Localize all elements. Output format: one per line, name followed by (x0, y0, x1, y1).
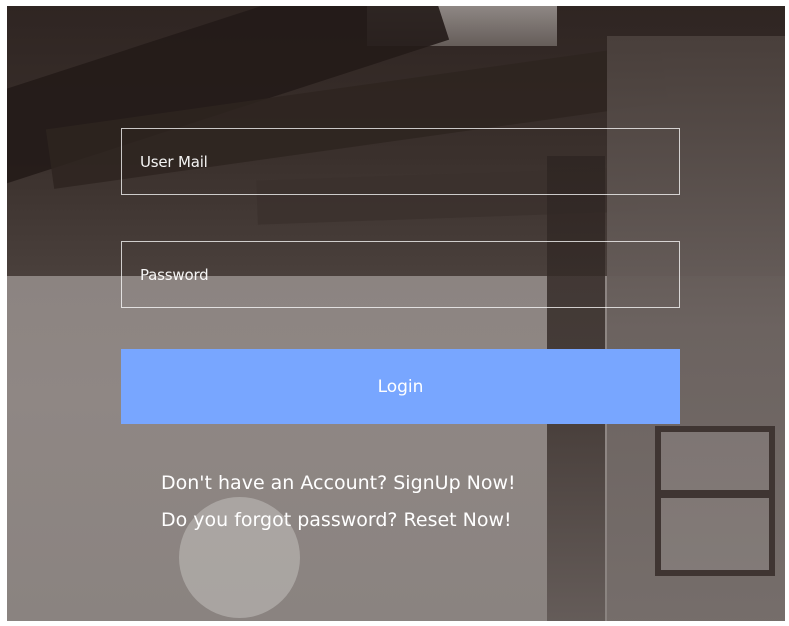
login-button[interactable]: Login (121, 349, 680, 424)
reset-password-link[interactable]: Reset Now! (404, 509, 512, 531)
password-input[interactable] (121, 241, 680, 308)
reset-line: Do you forgot password? Reset Now! (161, 502, 681, 539)
background-wall (7, 276, 607, 621)
reset-prompt-text: Do you forgot password? (161, 509, 404, 531)
signup-prompt-text: Don't have an Account? (161, 472, 394, 494)
auth-links: Don't have an Account? SignUp Now! Do yo… (161, 465, 681, 539)
signup-link[interactable]: SignUp Now! (393, 472, 515, 494)
user-mail-input[interactable] (121, 128, 680, 195)
login-frame: Login Don't have an Account? SignUp Now!… (7, 6, 785, 621)
signup-line: Don't have an Account? SignUp Now! (161, 465, 681, 502)
